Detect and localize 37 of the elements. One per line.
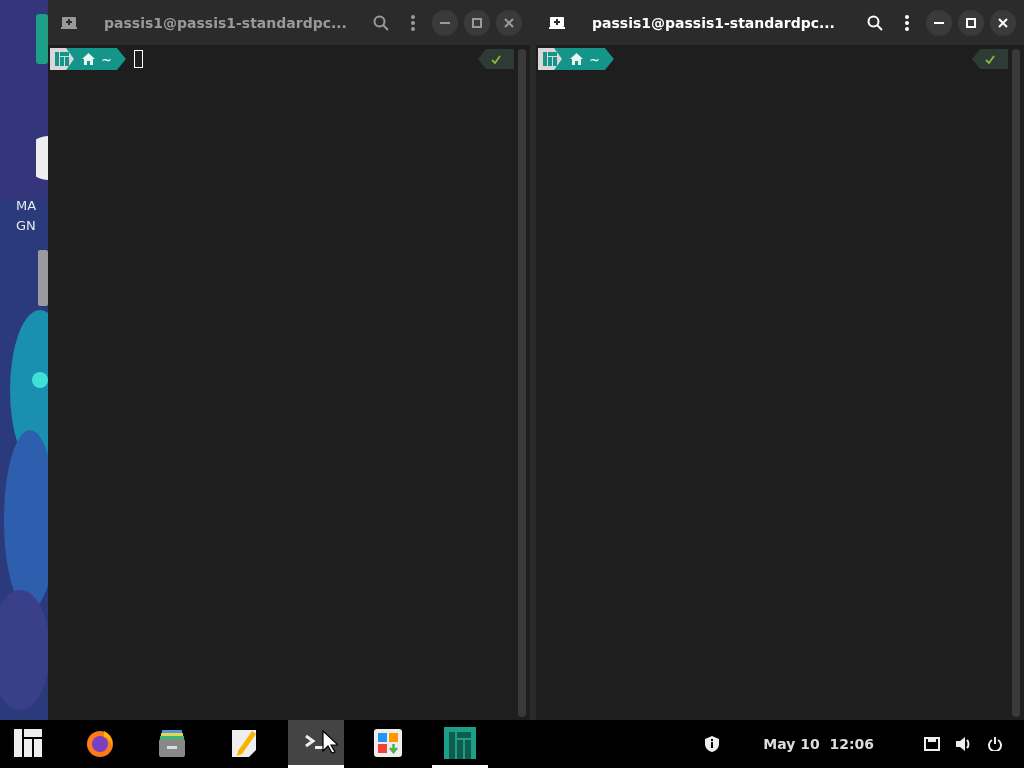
menu-icon [411, 14, 415, 31]
menu-icon [905, 14, 909, 31]
mouse-pointer-icon [322, 730, 338, 754]
maximize-button[interactable] [958, 9, 984, 36]
minimize-button[interactable] [926, 9, 952, 36]
path-text: ~ [101, 51, 112, 67]
search-icon [867, 14, 883, 31]
window-title: passis1@passis1-standardpc... [104, 14, 348, 31]
search-icon [373, 14, 389, 31]
check-icon [491, 54, 501, 64]
path-text: ~ [589, 51, 600, 67]
taskbar-app-button[interactable] [288, 720, 344, 768]
network-icon[interactable] [924, 737, 940, 751]
manjaro-logo-icon [443, 725, 477, 760]
home-icon [82, 53, 95, 65]
clock-text[interactable]: May 10 12:06 [763, 736, 874, 752]
close-button[interactable] [990, 9, 1016, 36]
window-title: passis1@passis1-standardpc... [592, 14, 836, 31]
drive-icon [38, 250, 48, 306]
minimize-icon [934, 21, 944, 24]
maximize-icon [966, 17, 976, 28]
check-icon [985, 54, 995, 64]
power-icon[interactable] [988, 737, 1002, 751]
close-icon [504, 17, 514, 28]
folder-icon [36, 14, 48, 64]
volume-icon[interactable] [956, 737, 972, 751]
close-icon [998, 17, 1008, 28]
minimize-icon [440, 21, 450, 24]
menu-logo-icon [12, 726, 44, 759]
desktop-icon-label: MA [16, 198, 37, 213]
software-store-icon [372, 726, 404, 759]
new-tab-icon [61, 15, 77, 30]
shield-icon[interactable] [705, 736, 720, 752]
maximize-icon [472, 17, 482, 28]
new-tab-icon [549, 15, 565, 30]
home-icon [570, 53, 583, 65]
desktop-icon-label: GN [16, 218, 36, 233]
